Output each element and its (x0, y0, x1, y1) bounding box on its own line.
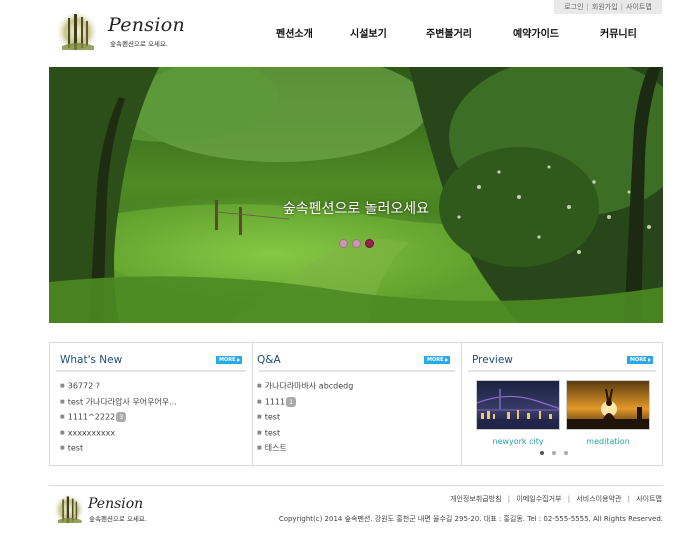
divider (468, 370, 656, 372)
whats-new-list: ■ 36772 ? ■ test 가나다라압사 우어우어우... ■ 1111^222… (60, 380, 177, 458)
hero-dot-1[interactable] (339, 239, 348, 248)
bullet-icon: ■ (257, 383, 262, 389)
main-nav: 펜션소개 시설보기 주변볼거리 예약가이드 커뮤니티 (262, 25, 662, 41)
site-logo[interactable]: Pension 숲속펜션으로 오세요. (54, 8, 186, 54)
info-boxes: What's New MORE ■ 36772 ? ■ test 가나다라압사 우어… (49, 342, 663, 466)
list-item[interactable]: ■ test (60, 442, 177, 458)
list-item[interactable]: ■ 가나다라마바사 abcdedg (257, 380, 353, 396)
qna-list: ■ 가나다라마바사 abcdedg ■ 1111 1 ■ test ■ test ■ 테스트 (257, 380, 353, 458)
comment-count-badge: 1 (286, 396, 297, 407)
list-item[interactable]: ■ test (257, 411, 353, 427)
whats-new-more-button[interactable]: MORE (216, 356, 242, 364)
bullet-icon: ■ (60, 398, 65, 405)
separator: | (567, 495, 571, 503)
list-item[interactable]: ■ 1111^2222 3 (60, 411, 177, 427)
bullet-icon: ■ (60, 429, 65, 436)
bullet-icon: ■ (257, 398, 262, 405)
preview-panel: Preview MORE newyork city meditation (461, 343, 662, 465)
city-bridge-image (477, 381, 559, 429)
footer-divider (49, 485, 663, 486)
separator: | (507, 495, 511, 503)
preview-more-button[interactable]: MORE (627, 356, 653, 364)
bullet-icon: ■ (60, 445, 65, 451)
nav-item-community[interactable]: 커뮤니티 (600, 25, 637, 40)
privacy-policy-link[interactable]: 개인정보취급방침 (450, 495, 502, 503)
divider (259, 370, 455, 372)
forest-logo-icon (52, 493, 86, 526)
qna-more-button[interactable]: MORE (424, 356, 450, 364)
separator: | (620, 3, 624, 11)
preview-thumb-newyork[interactable] (476, 380, 560, 430)
hero-dot-2[interactable] (352, 239, 361, 248)
separator: | (586, 3, 589, 11)
preview-caption-meditation[interactable]: meditation (566, 437, 650, 446)
terms-of-service-link[interactable]: 서비스이용약관 (576, 495, 621, 503)
signup-link[interactable]: 회원가입 (592, 2, 618, 12)
preview-dot-2[interactable] (552, 451, 556, 455)
nav-item-reservation-guide[interactable]: 예약가이드 (513, 25, 559, 40)
hero-dot-3[interactable] (365, 239, 374, 248)
divider (56, 370, 246, 372)
login-link[interactable]: 로그인 (564, 2, 583, 12)
separator: | (627, 495, 630, 503)
hero-caption: 숲속펜션으로 놀러오세요 (282, 201, 430, 217)
qna-panel: Q&A MORE ■ 가나다라마바사 abcdedg ■ 1111 1 ■ test ■… (252, 343, 461, 465)
footer-logo-title: Pension (88, 496, 144, 512)
qna-title: Q&A (257, 354, 281, 366)
bullet-icon: ■ (257, 414, 262, 420)
list-item[interactable]: ■ 1111 1 (257, 396, 353, 412)
nav-item-facilities[interactable]: 시설보기 (350, 25, 387, 40)
forest-meadow-image (49, 67, 663, 323)
logo-subtitle: 숲속펜션으로 오세요. (110, 40, 168, 48)
whats-new-title: What's New (60, 354, 123, 366)
bullet-icon: ■ (257, 429, 262, 436)
bullet-icon: ■ (60, 383, 65, 389)
copyright-text: Copyright(c) 2014 숲속펜션. 강원도 홍천군 내면 율수길 2… (278, 515, 663, 523)
list-item[interactable]: ■ xxxxxxxxxx (60, 427, 177, 443)
preview-caption-newyork[interactable]: newyork city (476, 437, 560, 446)
comment-count-badge: 3 (116, 412, 127, 422)
bullet-icon: ■ (257, 445, 262, 451)
sunset-meditation-image (567, 381, 649, 429)
sitemap-link[interactable]: 사이트맵 (626, 2, 652, 12)
whats-new-panel: What's New MORE ■ 36772 ? ■ test 가나다라압사 우어… (50, 343, 252, 465)
list-item[interactable]: ■ 36772 ? (60, 380, 177, 396)
footer-links: 개인정보취급방침 | 이메일수집거부 | 서비스이용약관 | 사이트맵 (450, 494, 662, 504)
hero-pagination (339, 239, 374, 248)
hero-slideshow[interactable]: 숲속펜션으로 놀러오세요 (49, 67, 663, 323)
forest-logo-icon (55, 10, 99, 54)
list-item[interactable]: ■ test (257, 427, 353, 443)
footer-sitemap-link[interactable]: 사이트맵 (636, 495, 662, 503)
list-item[interactable]: ■ test 가나다라압사 우어우어우... (60, 396, 177, 412)
preview-dot-1[interactable] (540, 451, 544, 455)
preview-title: Preview (472, 354, 513, 366)
footer-logo-subtitle: 숲속펜션으로 오세요. (89, 515, 147, 523)
nav-item-pension-intro[interactable]: 펜션소개 (276, 25, 313, 40)
preview-pagination (540, 451, 568, 455)
nav-item-attractions[interactable]: 주변볼거리 (426, 25, 472, 40)
email-refusal-link[interactable]: 이메일수집거부 (516, 495, 561, 503)
preview-thumb-meditation[interactable] (566, 380, 650, 430)
utility-links: 로그인 | 회원가입 | 사이트맵 (554, 0, 662, 14)
footer-logo[interactable]: Pension 숲속펜션으로 오세요. (52, 492, 182, 528)
logo-title: Pension (108, 14, 186, 36)
list-item[interactable]: ■ 테스트 (257, 442, 353, 458)
bullet-icon: ■ (60, 414, 65, 420)
preview-dot-3[interactable] (564, 451, 568, 455)
